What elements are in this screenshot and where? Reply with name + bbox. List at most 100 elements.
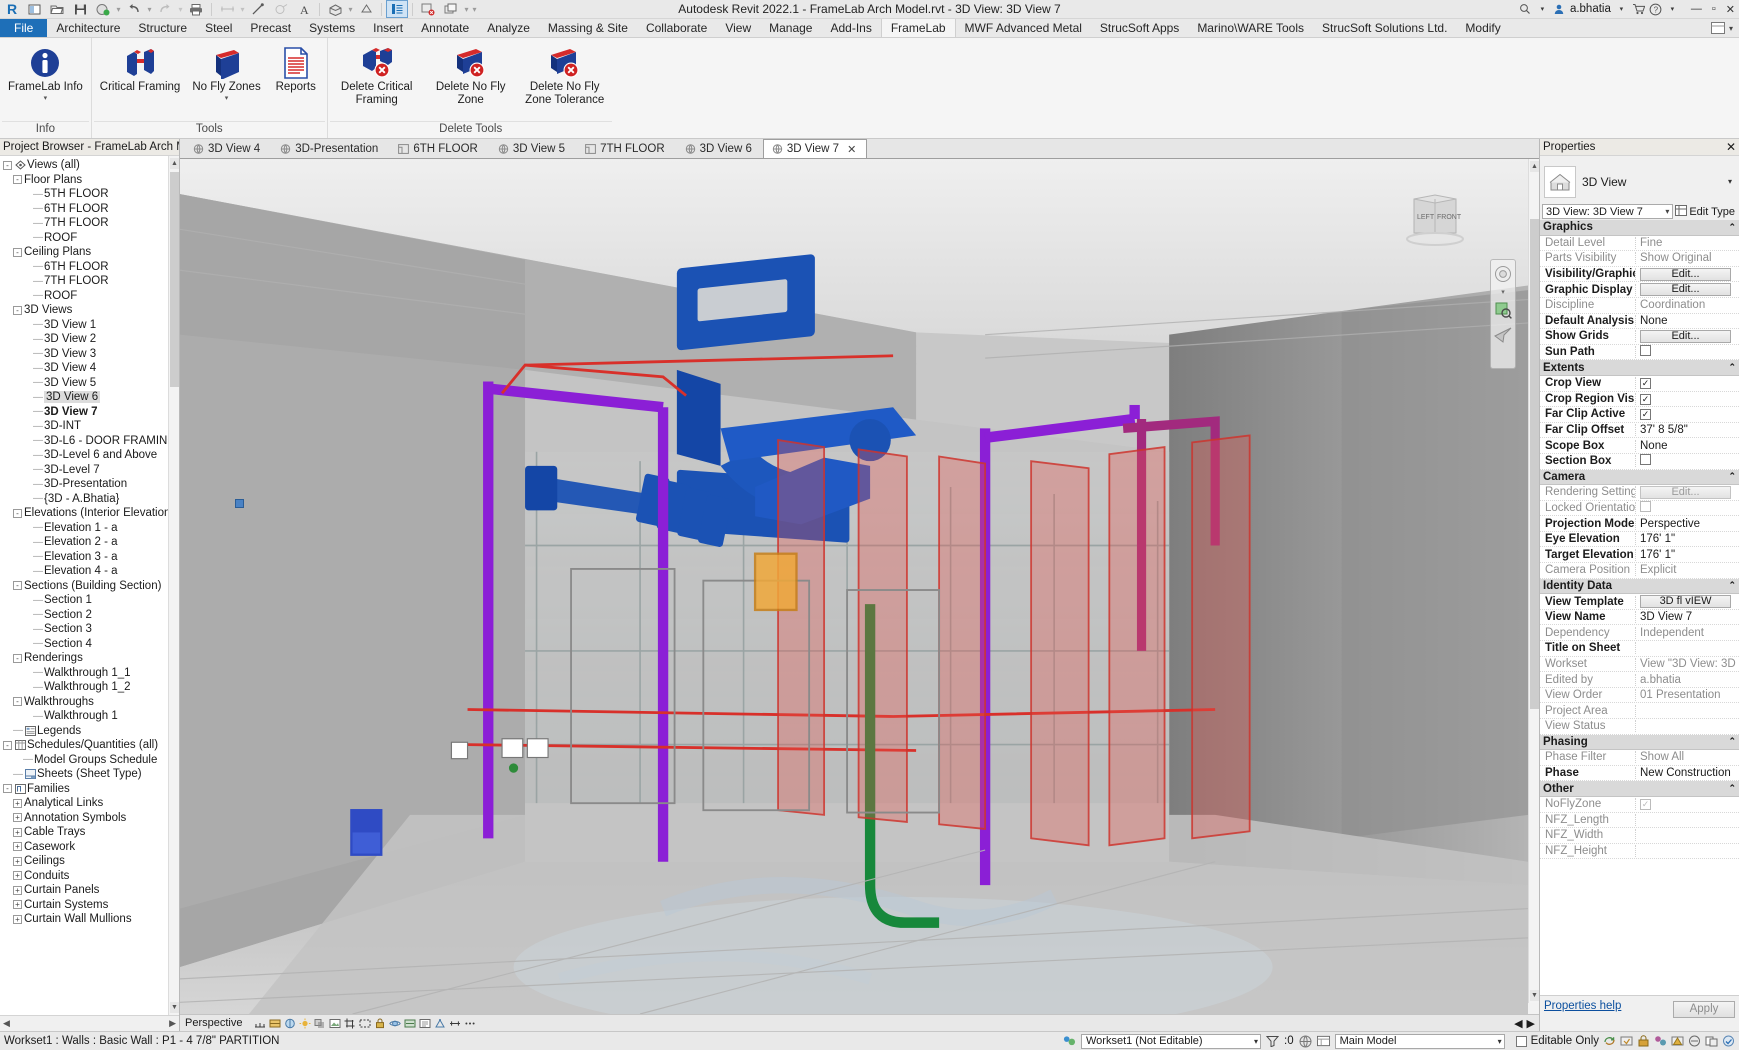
property-value-cell[interactable]: Fine [1636, 237, 1739, 249]
browser-node[interactable]: - Walkthroughs [0, 695, 179, 710]
property-edit-button[interactable]: Edit... [1640, 283, 1732, 297]
expand-icon[interactable]: + [13, 871, 22, 881]
property-value-cell[interactable]: Edit... [1636, 329, 1739, 343]
model-icon[interactable] [1299, 1035, 1312, 1048]
scroll-right-arrow[interactable]: ▶ [169, 1018, 176, 1029]
property-edit-button[interactable]: Edit... [1640, 485, 1732, 499]
browser-scroll-thumb[interactable] [170, 172, 179, 387]
collapse-icon[interactable]: - [3, 784, 12, 794]
property-row[interactable]: NFZ_Length [1540, 813, 1739, 829]
view-tab-3d-view-7[interactable]: 3D View 7 ✕ [762, 139, 868, 158]
property-checkbox[interactable] [1640, 345, 1651, 357]
model-viewport[interactable]: LEFT FRONT ▾ [180, 159, 1528, 1014]
open-icon[interactable] [46, 0, 68, 18]
property-checkbox[interactable]: ✓ [1640, 393, 1651, 405]
browser-node[interactable]: — Walkthrough 1_1 [0, 666, 179, 681]
drawing-canvas[interactable]: LEFT FRONT ▾ ▲ ▼ [180, 159, 1539, 1014]
expand-icon[interactable]: + [13, 856, 22, 866]
expand-icon[interactable]: + [13, 900, 22, 910]
browser-node[interactable]: —3D View 4 [0, 361, 179, 376]
crop-view-icon[interactable] [343, 1017, 356, 1030]
collapse-icon[interactable]: - [3, 740, 12, 750]
measure-icon[interactable] [247, 0, 269, 18]
property-checkbox[interactable] [1640, 500, 1651, 512]
undo-dropdown-icon[interactable]: ▾ [146, 0, 153, 18]
editable-only-checkbox[interactable] [1515, 1035, 1527, 1047]
canvas-scroll-thumb[interactable] [1530, 219, 1539, 709]
redo-icon[interactable] [154, 0, 176, 18]
analytical-model-icon[interactable] [433, 1017, 446, 1030]
navigation-bar[interactable]: ▾ [1490, 259, 1516, 369]
browser-node[interactable]: + Curtain Systems [0, 898, 179, 913]
property-row[interactable]: Project Area [1540, 703, 1739, 719]
ribbon-tab-file[interactable]: File [0, 19, 48, 37]
view-tab-7th-floor[interactable]: 7TH FLOOR [576, 139, 676, 158]
property-row[interactable]: Dependency Independent [1540, 625, 1739, 642]
property-value-cell[interactable]: 176' 1" [1636, 549, 1739, 561]
browser-node[interactable]: — Section 2 [0, 608, 179, 623]
ribbon-tab-manage[interactable]: Manage [760, 19, 821, 37]
filter-icon[interactable] [1266, 1035, 1279, 1048]
scroll-left-arrow[interactable]: ◀ [3, 1018, 10, 1029]
ribbon-tab-view[interactable]: View [716, 19, 760, 37]
browser-node[interactable]: - Sections (Building Section) [0, 579, 179, 594]
browser-node[interactable]: — ROOF [0, 231, 179, 246]
property-row[interactable]: Default Analysis D...None [1540, 314, 1739, 330]
ribbon-tab-collaborate[interactable]: Collaborate [637, 19, 716, 37]
chevron-down-icon[interactable]: ▾ [225, 95, 229, 102]
browser-node[interactable]: — Model Groups Schedule [0, 753, 179, 768]
ribbon-tab-strucsoft-solutions-ltd[interactable]: StrucSoft Solutions Ltd. [1313, 19, 1456, 37]
constraints-icon[interactable] [448, 1017, 461, 1030]
ribbon-tab-structure[interactable]: Structure [129, 19, 196, 37]
design-option-icon[interactable] [1316, 1035, 1330, 1048]
ribbon-tab-massing-site[interactable]: Massing & Site [539, 19, 637, 37]
browser-node[interactable]: — Elevation 1 - a [0, 521, 179, 536]
property-row[interactable]: NFZ_Height [1540, 844, 1739, 860]
project-browser-tree[interactable]: - Views (all) - Floor Plans —5TH FLOOR —6TH F… [0, 156, 179, 1015]
browser-node[interactable]: —3D View 7 [0, 405, 179, 420]
aligned-dimension-icon[interactable] [216, 0, 238, 18]
ribbon-tab-steel[interactable]: Steel [196, 19, 241, 37]
browser-node[interactable]: — Elevation 4 - a [0, 564, 179, 579]
property-edit-button[interactable]: Edit... [1640, 267, 1732, 281]
lock-3d-view-icon[interactable] [373, 1017, 386, 1030]
scale-icon[interactable] [253, 1017, 266, 1030]
ribbon-button-no-fly-zones[interactable]: No Fly Zones ▾ [186, 42, 266, 102]
browser-node[interactable]: + Cable Trays [0, 825, 179, 840]
zoom-region-icon[interactable] [1493, 300, 1513, 320]
canvas-vertical-scrollbar[interactable]: ▲ ▼ [1528, 159, 1539, 1003]
property-edit-button[interactable]: Edit... [1640, 329, 1732, 343]
browser-node[interactable]: — Section 1 [0, 593, 179, 608]
property-value-cell[interactable] [1636, 500, 1739, 515]
property-row[interactable]: Phase New Construction [1540, 766, 1739, 782]
collapse-icon[interactable]: - [13, 581, 22, 591]
browser-node[interactable]: —3D-INT [0, 419, 179, 434]
browser-node[interactable]: + Curtain Panels [0, 883, 179, 898]
redo-dropdown-icon[interactable]: ▾ [177, 0, 184, 18]
sun-path-icon[interactable] [298, 1017, 311, 1030]
property-row[interactable]: Locked Orientation [1540, 500, 1739, 517]
steering-wheel-icon[interactable] [1493, 264, 1513, 284]
collab-icon[interactable] [1722, 1035, 1735, 1048]
design-option-combo[interactable]: Main Model ▾ [1334, 1033, 1505, 1049]
search-icon[interactable] [1519, 3, 1532, 16]
properties-group-header[interactable]: Extents ⌃ [1540, 360, 1739, 376]
property-value-cell[interactable]: None [1636, 440, 1739, 452]
collapse-group-icon[interactable]: ⌃ [1728, 580, 1736, 591]
browser-node[interactable]: —3D View 6 [0, 390, 179, 405]
property-value-cell[interactable]: ✓ [1636, 377, 1739, 390]
property-value-cell[interactable]: None [1636, 315, 1739, 327]
undo-icon[interactable] [123, 0, 145, 18]
property-checkbox[interactable]: ✓ [1640, 799, 1651, 811]
edit-type-button[interactable]: Edit Type [1675, 204, 1737, 219]
property-value-cell[interactable]: Edit... [1636, 267, 1739, 281]
browser-node[interactable]: —3D View 1 [0, 318, 179, 333]
ribbon-button-delete-critical-framing[interactable]: Delete Critical Framing [330, 42, 424, 106]
canvas-scroll-right[interactable]: ▶ [1527, 1017, 1535, 1030]
visual-style-icon[interactable] [283, 1017, 296, 1030]
browser-node[interactable]: — {3D - A.Bhatia} [0, 492, 179, 507]
properties-group-header[interactable]: Identity Data ⌃ [1540, 578, 1739, 595]
help-icon[interactable]: ? [1649, 3, 1662, 16]
save-cloud-icon[interactable] [92, 0, 114, 18]
browser-node[interactable]: + Curtain Wall Mullions [0, 912, 179, 927]
